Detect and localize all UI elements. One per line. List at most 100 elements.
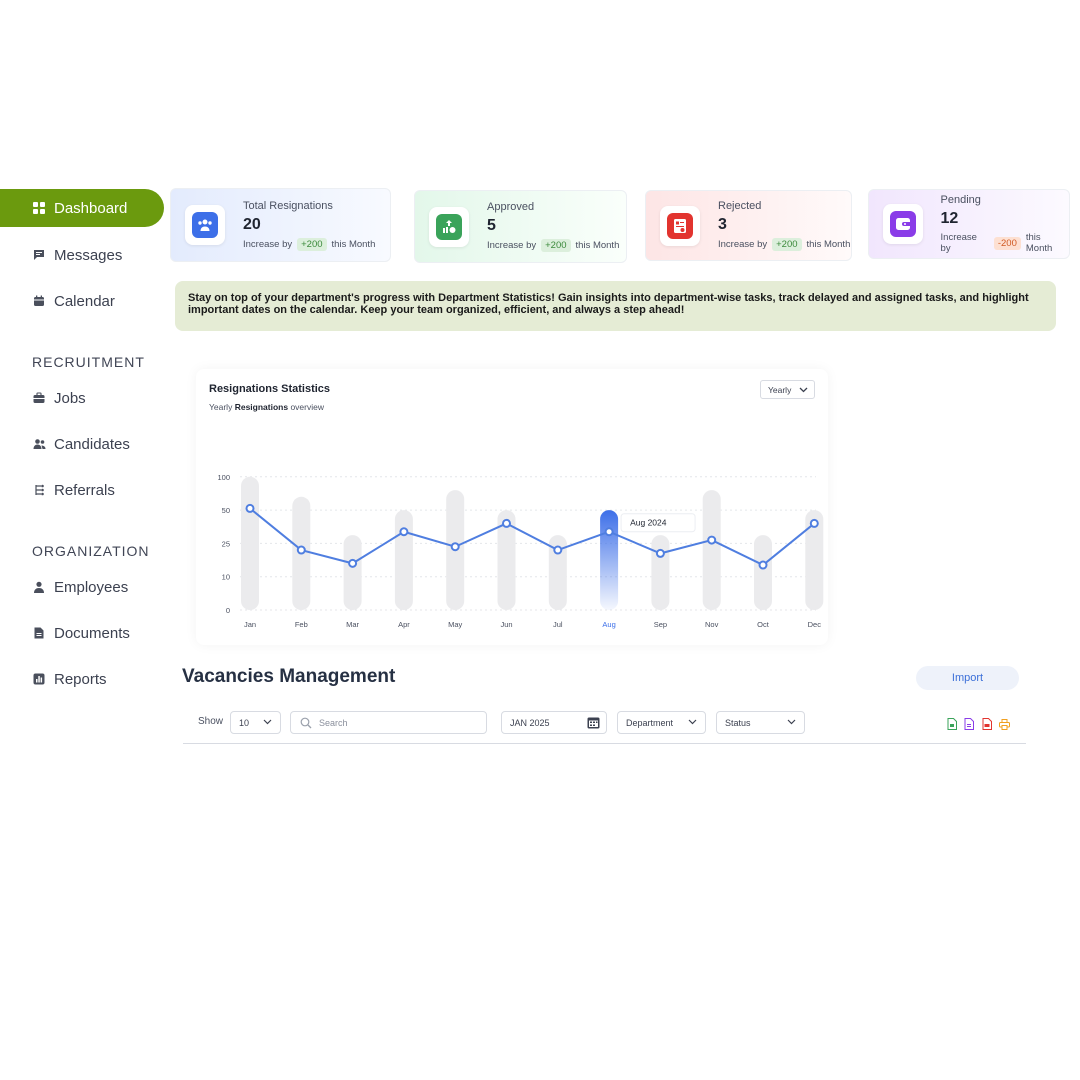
resignations-chart: 0 10 25 50 100 Jan Feb Mar Apr May Jun Jul Aug Sep Nov… <box>217 473 824 629</box>
stat-label: Rejected <box>718 200 762 212</box>
users-icon <box>32 437 46 451</box>
x-tick-label: Aug <box>602 620 615 629</box>
x-tick-label: Feb <box>295 620 308 629</box>
tooltip-text: Aug 2024 <box>630 518 667 528</box>
import-button[interactable]: Import <box>916 666 1019 690</box>
stat-suffix: this Month <box>1025 232 1053 254</box>
show-label: Show <box>198 716 224 727</box>
chevron-down-icon <box>787 719 796 725</box>
department-value: Department <box>626 717 674 728</box>
user-icon <box>32 580 46 594</box>
x-tick-label: Oct <box>757 620 770 629</box>
grid-icon <box>32 201 46 215</box>
status-select[interactable]: Status <box>716 711 805 734</box>
show-value: 10 <box>239 717 250 728</box>
stat-suffix: this Month <box>575 240 620 251</box>
sidebar-item-label: Referrals <box>54 481 115 499</box>
stat-delta: -200 <box>993 236 1021 250</box>
y-tick-label: 50 <box>222 506 230 515</box>
y-tick-label: 0 <box>226 606 230 615</box>
x-tick-label: Apr <box>398 620 410 629</box>
doc-export-icon[interactable] <box>962 717 975 731</box>
date-picker[interactable]: JAN 2025 <box>501 711 607 734</box>
x-tick-label: Mar <box>346 620 359 629</box>
x-tick-label: Jun <box>500 620 512 629</box>
sidebar-item-dashboard[interactable]: Dashboard <box>0 189 164 227</box>
stat-suffix: this Month <box>806 239 851 250</box>
sidebar-item-jobs[interactable]: Jobs <box>0 379 164 417</box>
series-line <box>249 507 815 567</box>
excel-export-icon[interactable] <box>945 717 958 731</box>
stat-delta: +200 <box>772 238 802 251</box>
sidebar-item-messages[interactable]: Messages <box>0 236 164 274</box>
stat-value: 20 <box>243 215 261 233</box>
print-icon[interactable] <box>998 717 1011 731</box>
bar <box>754 535 772 610</box>
sidebar-item-label: Candidates <box>54 435 130 453</box>
sidebar-item-candidates[interactable]: Candidates <box>0 425 164 463</box>
data-point <box>655 548 665 558</box>
sidebar-item-reports[interactable]: Reports <box>0 660 164 698</box>
bar <box>651 535 670 610</box>
sidebar-item-referrals[interactable]: Referrals <box>0 471 164 509</box>
stat-value: 3 <box>718 216 727 233</box>
stat-prefix: Increase by <box>718 239 768 250</box>
document-icon <box>32 626 46 640</box>
chevron-down-icon <box>688 719 697 725</box>
stat-value: 12 <box>940 210 959 227</box>
stat-delta: +200 <box>541 239 571 252</box>
stat-card-rejected: Rejected 3 Increase by +200 this Month <box>645 190 852 261</box>
x-tick-label: Jul <box>553 620 563 629</box>
stat-value: 5 <box>487 217 496 234</box>
sidebar-item-employees[interactable]: Employees <box>0 568 164 606</box>
stat-card-total-resignations: Total Resignations 20 Increase by +200 thi… <box>170 188 391 262</box>
bar <box>702 490 721 610</box>
stat-card-approved: Approved 5 Increase by +200 this Month <box>414 190 627 263</box>
briefcase-icon <box>32 391 46 405</box>
data-point <box>758 560 768 570</box>
pending-icon <box>889 211 916 237</box>
department-select[interactable]: Department <box>617 711 706 734</box>
sidebar-item-label: Reports <box>54 670 107 688</box>
bar-highlight <box>600 510 619 610</box>
search-icon <box>300 717 312 728</box>
calendar-icon <box>587 717 600 729</box>
pdf-export-icon[interactable] <box>980 717 993 731</box>
search-input[interactable]: Search <box>290 711 487 734</box>
data-point <box>604 527 614 537</box>
bar <box>241 476 259 610</box>
data-point <box>245 503 255 513</box>
approved-icon <box>436 213 462 240</box>
data-point <box>502 518 511 528</box>
stat-prefix: Increase by <box>243 238 293 250</box>
date-value: JAN 2025 <box>510 717 550 728</box>
data-point <box>809 518 819 528</box>
sidebar-item-documents[interactable]: Documents <box>0 614 164 652</box>
info-banner: Stay on top of your department's progres… <box>175 281 1056 331</box>
sidebar-item-label: Employees <box>54 578 129 596</box>
status-value: Status <box>725 717 751 728</box>
x-tick-label: Nov <box>705 620 719 629</box>
rejected-icon <box>667 212 693 239</box>
chevron-down-icon <box>263 719 272 725</box>
data-point <box>450 542 460 552</box>
stat-card-pending: Pending 12 Increase by -200 this Month <box>868 189 1070 259</box>
stat-prefix: Increase by <box>940 232 977 254</box>
section-title-organization: ORGANIZATION <box>32 543 150 559</box>
section-title-recruitment: RECRUITMENT <box>32 354 145 370</box>
sidebar-item-label: Messages <box>54 246 123 264</box>
report-icon <box>32 672 46 686</box>
y-tick-label: 25 <box>222 539 230 548</box>
x-tick-label: May <box>448 620 462 629</box>
bar <box>394 510 413 610</box>
sidebar-item-calendar[interactable]: Calendar <box>0 282 164 320</box>
message-icon <box>32 248 46 262</box>
data-point <box>296 545 306 555</box>
referral-icon <box>32 483 46 497</box>
x-tick-label: Sep <box>654 620 667 629</box>
show-select[interactable]: 10 <box>230 711 281 734</box>
x-tick-label: Dec <box>808 620 822 629</box>
stat-suffix: this Month <box>331 238 376 250</box>
data-point <box>348 558 358 568</box>
y-tick-label: 10 <box>222 573 230 582</box>
